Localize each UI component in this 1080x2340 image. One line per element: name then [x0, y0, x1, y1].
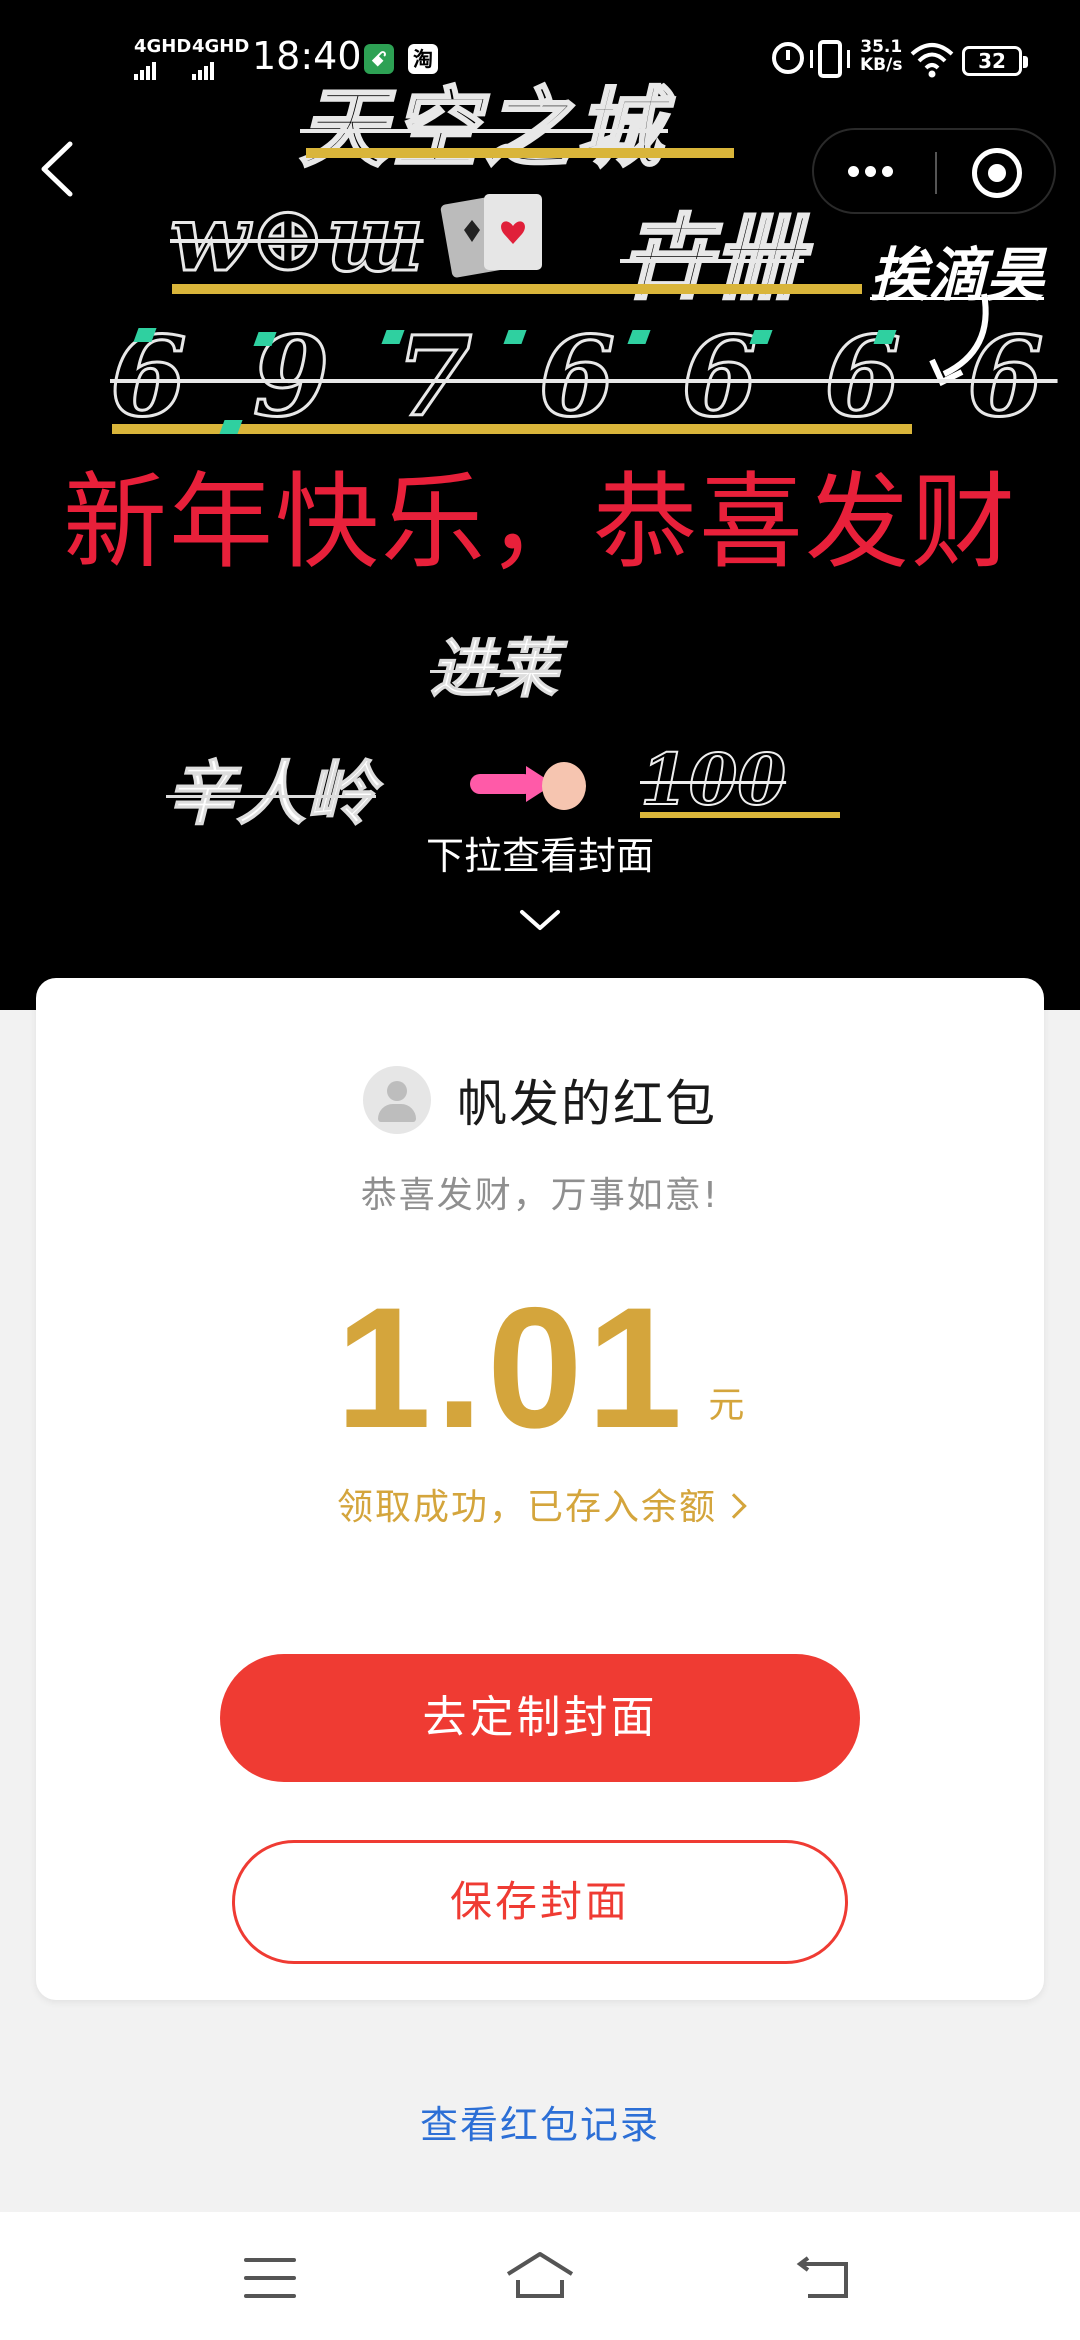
balance-status-text: 领取成功，已存入余额 — [336, 1487, 717, 1528]
vibrate-icon — [810, 40, 850, 78]
wifi-icon — [910, 43, 954, 78]
cover-art-row2: w⊕ɯ — [169, 183, 426, 294]
balance-status-link[interactable]: 领取成功，已存入余额 — [36, 1478, 1044, 1530]
signal-2-icon: 4GHD — [192, 36, 249, 80]
pointing-hand-icon — [470, 762, 586, 810]
network-speed-value: 35.1 — [860, 37, 903, 57]
more-options-icon[interactable] — [848, 160, 918, 184]
recent-apps-icon[interactable] — [244, 2258, 296, 2298]
cover-art-row2-right: 卋卌 — [618, 203, 805, 314]
gold-underline — [172, 284, 862, 294]
battery-icon: 32 — [962, 46, 1028, 76]
system-nav-bar — [0, 2212, 1080, 2340]
gold-underline — [306, 148, 734, 158]
alarm-icon — [772, 42, 804, 74]
customize-cover-button[interactable]: 去定制封面 — [220, 1654, 860, 1782]
avatar[interactable] — [363, 1066, 431, 1134]
chevron-right-icon — [721, 1493, 747, 1519]
sender-name: 帆发的红包 — [457, 1075, 717, 1133]
playing-card-icon — [440, 194, 542, 278]
cover-art-word-3: 100 — [639, 737, 787, 822]
nav-back-icon[interactable] — [796, 2256, 852, 2300]
amount-value: 1.01 — [335, 1272, 687, 1464]
back-button[interactable] — [34, 138, 80, 200]
cover-art-digits: 6 9 7 6 6 6 6 — [109, 311, 1058, 443]
cover-art-word-1: 进莱 — [430, 632, 559, 708]
network-speed-unit: KB/s — [860, 55, 903, 75]
pull-down-hint: 下拉查看封面 — [425, 834, 654, 878]
sender-row: 帆发的红包 — [36, 1064, 1044, 1136]
blessing-message: 恭喜发财，万事如意! — [360, 1175, 720, 1216]
view-records-link[interactable]: 查看红包记录 — [0, 2094, 1080, 2149]
cover-art-title: 天空之城 — [299, 77, 668, 181]
amount-unit: 元 — [708, 1385, 745, 1426]
signal-1-icon: 4GHD — [134, 36, 191, 80]
save-cover-button[interactable]: 保存封面 — [232, 1840, 848, 1964]
network-speed: 35.1 KB/s — [860, 38, 902, 74]
amount-row: 1.01 元 — [36, 1278, 1044, 1458]
close-miniprogram-icon[interactable] — [972, 148, 1022, 198]
red-packet-detail-card: 帆发的红包 恭喜发财，万事如意! 1.01 元 领取成功，已存入余额 去定制封面 … — [36, 978, 1044, 2000]
miniprogram-capsule — [812, 128, 1056, 214]
network-type-1: 4GHD — [134, 36, 192, 57]
cover-greeting: 新年快乐，恭喜发财 — [62, 461, 1017, 583]
network-type-2: 4GHD — [192, 36, 250, 57]
chevron-down-icon[interactable] — [518, 906, 562, 934]
red-packet-cover: 4GHD 4GHD 18:40 ꗃ 淘 35.1 KB/s 32 天空之城 w⊕… — [0, 0, 1080, 1010]
gold-underline — [640, 812, 840, 818]
capsule-divider — [935, 152, 937, 194]
home-icon[interactable] — [504, 2248, 576, 2304]
cover-art-word-2: 辛人岭 — [166, 752, 377, 836]
